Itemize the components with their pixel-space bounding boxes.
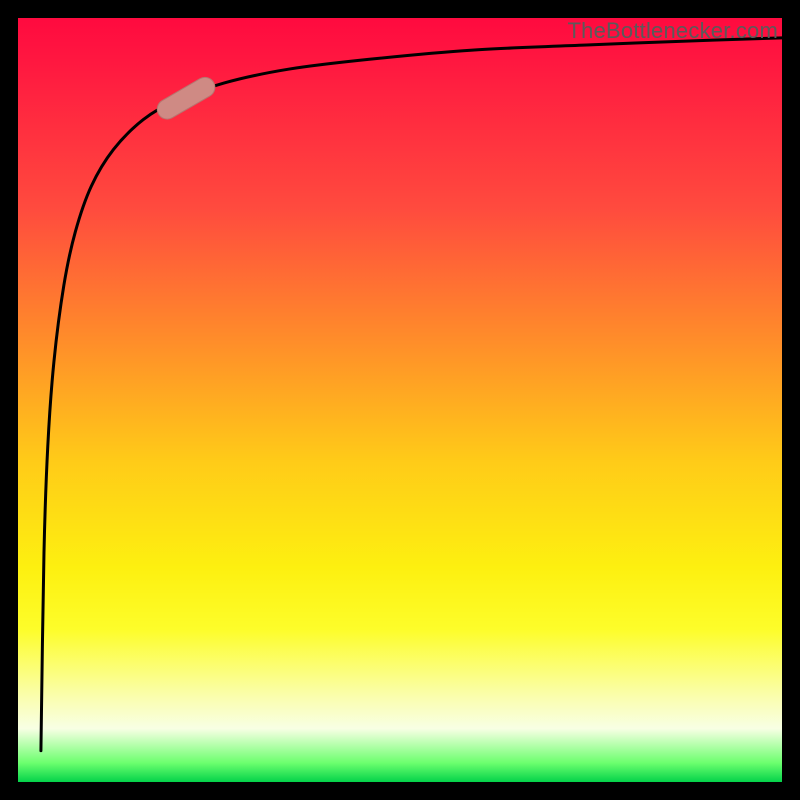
frame-right xyxy=(782,0,800,800)
frame-bottom xyxy=(0,782,800,800)
chart-svg xyxy=(18,18,782,782)
bottleneck-curve xyxy=(41,38,782,751)
frame-top xyxy=(0,0,800,18)
curve-marker xyxy=(154,74,219,123)
frame-left xyxy=(0,0,18,800)
marker-pill xyxy=(154,74,219,123)
chart-canvas: TheBottlenecker.com xyxy=(0,0,800,800)
watermark-text: TheBottlenecker.com xyxy=(568,18,778,44)
